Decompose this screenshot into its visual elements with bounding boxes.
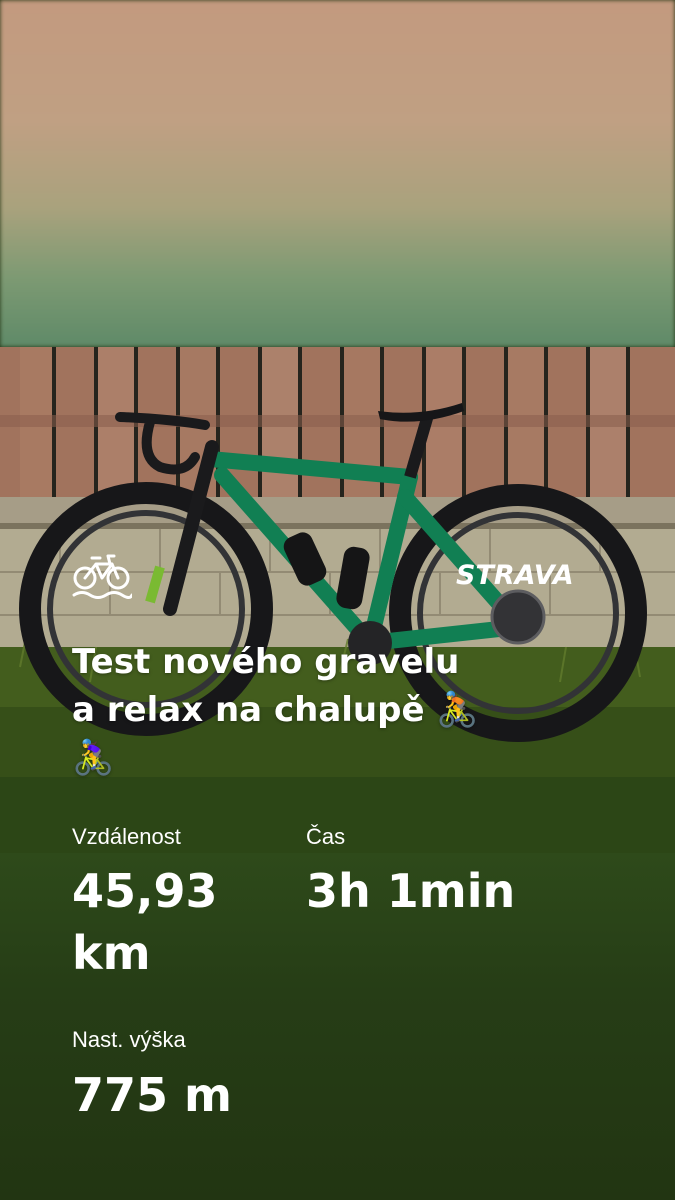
blurred-background-top bbox=[0, 0, 675, 347]
distance-value: 45,93 km bbox=[72, 860, 218, 984]
distance-unit: km bbox=[72, 926, 151, 980]
bike-ride-icon bbox=[72, 554, 132, 599]
distance-number: 45,93 bbox=[72, 864, 218, 918]
activity-title-line: Test nového gravelu bbox=[72, 642, 460, 682]
elevation-label: Nast. výška bbox=[72, 1027, 186, 1052]
time-label: Čas bbox=[306, 824, 346, 849]
activity-title-line: a relax na chalupě 🚴 bbox=[72, 690, 479, 730]
distance-label: Vzdálenost bbox=[72, 824, 181, 849]
activity-title-line: 🚴‍♀️ bbox=[72, 738, 115, 778]
activity-title: Test nového gravelu a relax na chalupě 🚴… bbox=[72, 638, 592, 782]
strava-logo: STRAVA bbox=[456, 560, 574, 591]
time-value: 3h 1min bbox=[306, 864, 516, 918]
elevation-value: 775 m bbox=[72, 1068, 232, 1122]
